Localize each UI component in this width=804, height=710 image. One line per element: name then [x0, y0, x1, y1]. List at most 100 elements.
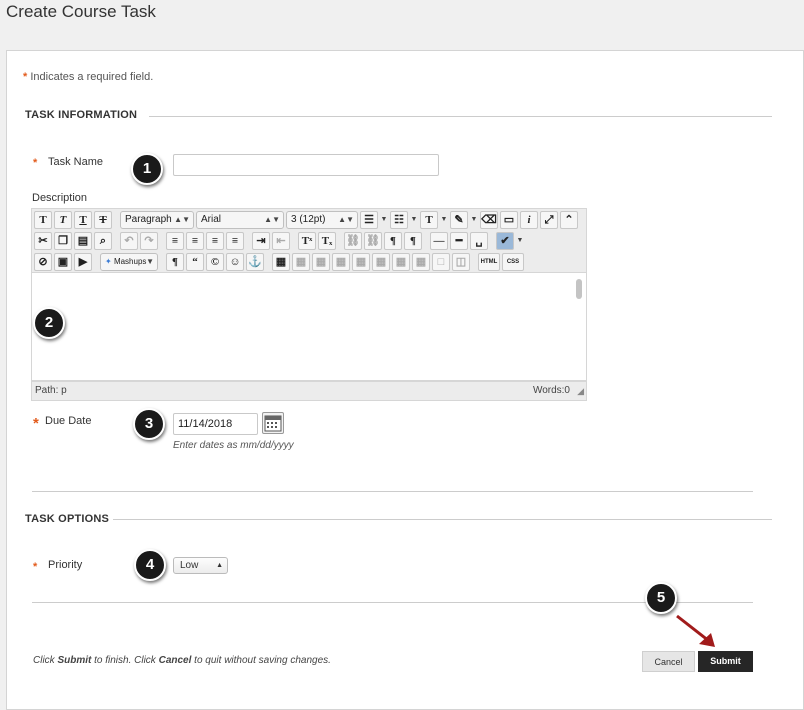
description-editor[interactable]: [31, 273, 587, 381]
section-divider: [113, 519, 772, 520]
superscript-icon[interactable]: Tˣ: [298, 232, 316, 250]
emoticon-icon[interactable]: ☺: [226, 253, 244, 271]
delete-col-icon[interactable]: ▦: [412, 253, 430, 271]
attach-icon[interactable]: ⊘: [34, 253, 52, 271]
split-cells-icon[interactable]: ◫: [452, 253, 470, 271]
scrollbar[interactable]: [576, 279, 582, 299]
mashups-select[interactable]: ✦ Mashups ▼: [100, 253, 158, 271]
chevron-down-icon[interactable]: ▼: [470, 211, 478, 229]
subscript-icon[interactable]: Tₓ: [318, 232, 336, 250]
numbered-list-icon[interactable]: ☷: [390, 211, 408, 229]
undo-icon[interactable]: ↶: [120, 232, 138, 250]
chevron-down-icon[interactable]: ▼: [440, 211, 448, 229]
info-icon[interactable]: i: [520, 211, 538, 229]
quote-icon[interactable]: “: [186, 253, 204, 271]
insert-row-icon[interactable]: ▦: [352, 253, 370, 271]
thick-rule-icon[interactable]: ━: [450, 232, 468, 250]
indent-icon[interactable]: ⇥: [252, 232, 270, 250]
align-left-icon[interactable]: ≡: [166, 232, 184, 250]
delete-row-icon[interactable]: ▦: [372, 253, 390, 271]
required-star: *: [33, 157, 38, 169]
cancel-button[interactable]: Cancel: [642, 651, 695, 672]
task-information-header: TASK INFORMATION: [25, 109, 138, 121]
priority-label: Priority: [48, 559, 83, 571]
bold-button[interactable]: T: [34, 211, 52, 229]
font-select[interactable]: Arial ▲▼: [196, 211, 284, 229]
editor-statusbar: Path: p Words:0 ◢: [31, 381, 587, 401]
redo-icon[interactable]: ↷: [140, 232, 158, 250]
rtl-icon[interactable]: ¶: [404, 232, 422, 250]
table-icon[interactable]: ▦: [272, 253, 290, 271]
footer-note: Click Submit to finish. Click Cancel to …: [33, 655, 331, 666]
submit-button[interactable]: Submit: [698, 651, 753, 672]
toolbar-row-2: ✂ ❐ ▤ ⌕ ↶ ↷ ≡ ≡ ≡ ≡ ⇥ ⇤ Tˣ Tₓ ⛓ ⛓ ¶ ¶ — …: [34, 231, 524, 251]
section-divider: [32, 491, 753, 492]
toolbar-row-1: T T T T Paragraph ▲▼ Arial ▲▼ 3 (12pt) ▲▼ ☰…: [34, 210, 578, 230]
chevron-down-icon[interactable]: ▼: [410, 211, 418, 229]
editor-toolbar: T T T T Paragraph ▲▼ Arial ▲▼ 3 (12pt) ▲▼ ☰…: [31, 208, 587, 273]
outdent-icon[interactable]: ⇤: [272, 232, 290, 250]
bullet-list-icon[interactable]: ☰: [360, 211, 378, 229]
image-icon[interactable]: ▣: [54, 253, 72, 271]
chevron-down-icon[interactable]: ▼: [516, 232, 524, 250]
preview-icon[interactable]: ▭: [500, 211, 518, 229]
table-props-icon[interactable]: ▦: [292, 253, 310, 271]
task-name-label: Task Name: [48, 156, 104, 168]
fullscreen-icon[interactable]: ⤢: [540, 211, 558, 229]
callout-4: 4: [134, 549, 166, 581]
chevron-down-icon[interactable]: ▼: [380, 211, 388, 229]
row-props-icon[interactable]: ▦: [312, 253, 330, 271]
italic-button[interactable]: T: [54, 211, 72, 229]
required-star: *: [33, 415, 39, 432]
nonbreaking-space-icon[interactable]: ␣: [470, 232, 488, 250]
paragraph-icon[interactable]: ¶: [166, 253, 184, 271]
callout-3: 3: [133, 408, 165, 440]
task-name-input[interactable]: [173, 154, 439, 176]
insert-col-icon[interactable]: ▦: [392, 253, 410, 271]
justify-icon[interactable]: ≡: [226, 232, 244, 250]
text-color-icon[interactable]: T: [420, 211, 438, 229]
ltr-icon[interactable]: ¶: [384, 232, 402, 250]
cell-props-icon[interactable]: ▦: [332, 253, 350, 271]
description-label: Description: [32, 192, 88, 204]
merge-cells-icon[interactable]: □: [432, 253, 450, 271]
spellcheck-icon[interactable]: ✔: [496, 232, 514, 250]
path-label: Path: p: [35, 385, 67, 396]
callout-2: 2: [33, 307, 65, 339]
calendar-icon[interactable]: [262, 412, 284, 434]
media-icon[interactable]: ▶: [74, 253, 92, 271]
css-icon[interactable]: CSS: [502, 253, 524, 271]
task-options-header: TASK OPTIONS: [25, 513, 110, 525]
required-field-note: * Indicates a required field.: [23, 71, 153, 83]
underline-button[interactable]: T: [74, 211, 92, 229]
required-star: *: [33, 561, 38, 573]
align-right-icon[interactable]: ≡: [206, 232, 224, 250]
horizontal-rule-icon[interactable]: —: [430, 232, 448, 250]
copy-icon[interactable]: ❐: [54, 232, 72, 250]
resize-handle-icon[interactable]: ◢: [577, 386, 584, 397]
link-icon[interactable]: ⛓: [344, 232, 362, 250]
due-date-label: Due Date: [45, 415, 92, 427]
format-select[interactable]: Paragraph ▲▼: [120, 211, 194, 229]
callout-1: 1: [131, 153, 163, 185]
collapse-icon[interactable]: ⌃: [560, 211, 578, 229]
unlink-icon[interactable]: ⛓: [364, 232, 382, 250]
copyright-icon[interactable]: ©: [206, 253, 224, 271]
word-count: Words:0: [532, 385, 570, 396]
align-center-icon[interactable]: ≡: [186, 232, 204, 250]
eraser-icon[interactable]: ⌫: [480, 211, 498, 229]
callout-5: 5: [645, 582, 677, 614]
cut-icon[interactable]: ✂: [34, 232, 52, 250]
due-date-input[interactable]: [173, 413, 258, 435]
size-select[interactable]: 3 (12pt) ▲▼: [286, 211, 358, 229]
anchor-icon[interactable]: ⚓: [246, 253, 264, 271]
html-source-icon[interactable]: HTML: [478, 253, 500, 271]
highlight-icon[interactable]: ✎: [450, 211, 468, 229]
page-title: Create Course Task: [6, 2, 156, 21]
toolbar-row-3: ⊘ ▣ ▶ ✦ Mashups ▼ ¶ “ © ☺ ⚓ ▦ ▦ ▦ ▦ ▦ ▦ ▦…: [34, 252, 524, 272]
find-icon[interactable]: ⌕: [94, 232, 112, 250]
strikethrough-button[interactable]: T: [94, 211, 112, 229]
paste-icon[interactable]: ▤: [74, 232, 92, 250]
due-date-hint: Enter dates as mm/dd/yyyy: [173, 440, 294, 451]
priority-select[interactable]: Low ▲: [173, 557, 228, 574]
